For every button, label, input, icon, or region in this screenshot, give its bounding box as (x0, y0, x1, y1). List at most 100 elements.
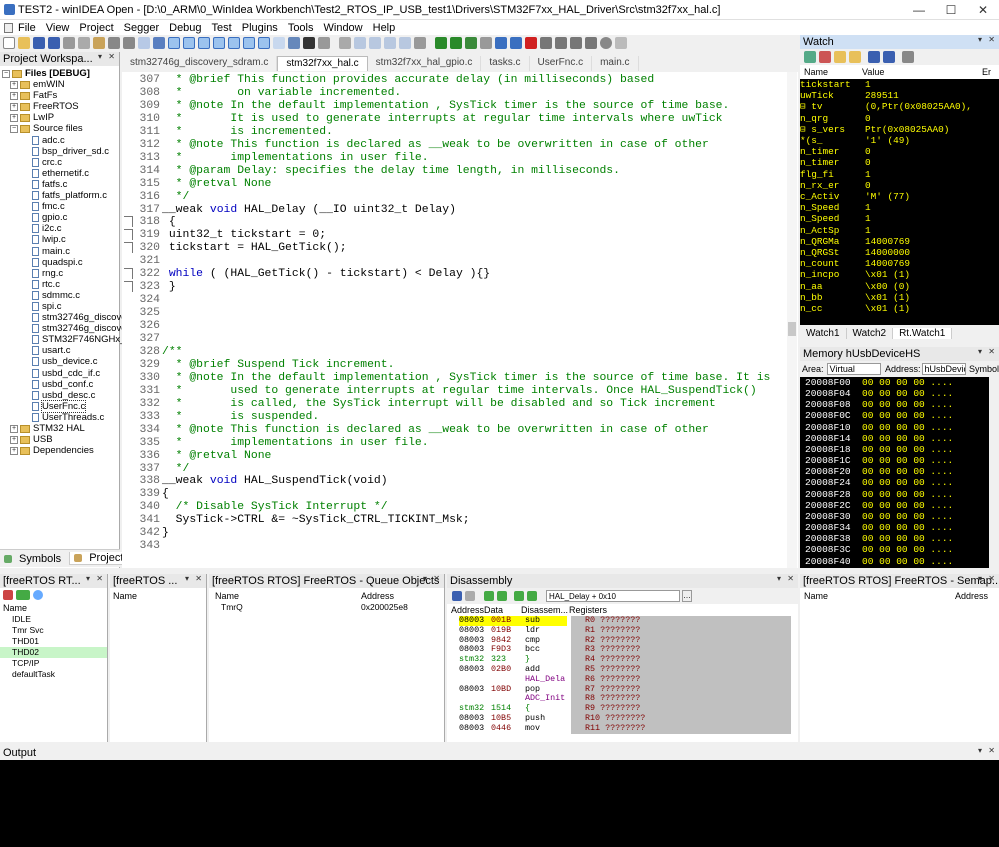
view-icon[interactable] (168, 37, 180, 49)
tree-file[interactable]: stm32746g_discover (0, 323, 130, 334)
memory-row[interactable]: 20008F38 00 00 00 00 .... (805, 533, 999, 544)
watch-col-value[interactable]: Value (862, 67, 982, 77)
tree-file[interactable]: bsp_driver_sd.c (0, 146, 119, 157)
expand-icon[interactable]: + (10, 102, 18, 111)
tree-file[interactable]: sdmmc.c (0, 290, 119, 301)
memory-row[interactable]: 20008F08 00 00 00 00 .... (805, 399, 999, 410)
watch-row[interactable]: n_QRGMa 14000769 (800, 236, 999, 247)
tree-file[interactable]: rng.c (0, 268, 119, 279)
folder-icon[interactable] (834, 51, 846, 63)
back-arrow-icon[interactable] (484, 591, 494, 601)
remove-watch-icon[interactable] (819, 51, 831, 63)
tree-file[interactable]: lwip.c (0, 234, 119, 245)
debug-options-icon[interactable] (615, 37, 627, 49)
fold-marker[interactable] (124, 281, 133, 293)
menu-plugins[interactable]: Plugins (237, 22, 283, 34)
watch-row[interactable]: uwTick 289511 (800, 90, 999, 101)
code-line[interactable]: { (162, 216, 176, 228)
tree-file[interactable]: usart.c (0, 345, 119, 356)
panel-controls-icon[interactable]: ▾ ✕ (98, 52, 117, 61)
sema-col-address[interactable]: Address (955, 591, 988, 601)
tree-file[interactable]: stm32746g_discover (0, 312, 130, 323)
memory-row[interactable]: 20008F3C 00 00 00 00 .... (805, 544, 999, 555)
tree-file[interactable]: UserFnc.c (0, 399, 119, 413)
sema-col-name[interactable]: Name (800, 591, 955, 601)
memory-row[interactable]: 20008F0C 00 00 00 00 .... (805, 410, 999, 421)
tree-folder-lwip[interactable]: + LwIP (0, 112, 119, 123)
tree-file[interactable]: usb_device.c (0, 356, 119, 367)
code-line[interactable]: * @param Delay: specifies the delay time… (162, 165, 620, 177)
tree-root[interactable]: − Files [DEBUG] (0, 68, 119, 79)
step-out-icon[interactable] (555, 37, 567, 49)
scroll-thumb[interactable] (788, 322, 796, 336)
fold-marker[interactable] (124, 216, 133, 228)
tree-file[interactable]: i2c.c (0, 223, 119, 234)
queue-col-address[interactable]: Address (361, 591, 394, 601)
code-line[interactable]: /* Disable SysTick Interrupt */ (162, 501, 388, 513)
menu-tools[interactable]: Tools (283, 22, 319, 34)
tree-file[interactable]: quadspi.c (0, 257, 119, 268)
task-item[interactable]: TCP/IP (0, 658, 107, 669)
copy-icon[interactable] (78, 37, 90, 49)
save-icon[interactable] (452, 591, 462, 601)
panel-controls-icon[interactable]: ▾ ✕ (978, 574, 997, 583)
menu-window[interactable]: Window (319, 22, 368, 34)
editor-tab[interactable]: tasks.c (481, 56, 530, 71)
watch-row[interactable]: ⊟ tv (0,Ptr(0x08025AA0), (800, 101, 999, 112)
rebuild-icon[interactable] (369, 37, 381, 49)
tree-file[interactable]: fatfs.c (0, 179, 119, 190)
watch-row[interactable]: n_QRGSt 14000000 (800, 247, 999, 258)
compile-icon[interactable] (384, 37, 396, 49)
layout3-icon[interactable] (228, 37, 240, 49)
watch-row[interactable]: n_count 14000769 (800, 258, 999, 269)
watch-row[interactable]: n_incpo \x01 (1) (800, 269, 999, 280)
terminal-icon[interactable] (303, 37, 315, 49)
stop-icon[interactable] (525, 37, 537, 49)
code-line[interactable]: __weak void HAL_Delay (__IO uint32_t Del… (162, 204, 456, 216)
editor-scrollbar[interactable] (787, 72, 797, 568)
code-line[interactable]: __weak void HAL_SuspendTick(void) (162, 475, 388, 487)
panel-controls-icon[interactable]: ▾ ✕ (978, 746, 997, 755)
symbol-button[interactable]: Symbol (969, 364, 999, 374)
fold-marker[interactable] (124, 229, 133, 241)
fold-marker[interactable] (124, 242, 133, 254)
close-button[interactable]: ✕ (967, 0, 999, 20)
menu-debug[interactable]: Debug (164, 22, 206, 34)
tree-file[interactable]: main.c (0, 246, 119, 257)
open-folder-icon[interactable] (18, 37, 30, 49)
tree-folder-emwin[interactable]: + emWIN (0, 79, 119, 90)
fold-marker[interactable] (124, 268, 133, 280)
area-select[interactable]: Virtual (826, 363, 881, 375)
undo-icon[interactable] (108, 37, 120, 49)
code-line[interactable]: * @brief Suspend Tick increment. (162, 359, 395, 371)
code-line[interactable]: * @brief This function provides accurate… (162, 74, 655, 86)
menu-test[interactable]: Test (207, 22, 237, 34)
code-line[interactable]: * It is used to generate interrupts at r… (162, 113, 723, 125)
tree-file[interactable]: usbd_desc.c (0, 390, 119, 401)
address-input[interactable]: hUsbDeviceHS (922, 363, 966, 375)
register-row[interactable]: R11 ???????? (585, 723, 791, 734)
panel-controls-icon[interactable]: ▾ ✕ (777, 574, 796, 583)
add-watch-icon[interactable] (804, 51, 816, 63)
editor-tab[interactable]: UserFnc.c (530, 56, 593, 71)
watch-row[interactable]: n_Speed 1 (800, 213, 999, 224)
code-line[interactable]: tickstart = HAL_GetTick(); (162, 242, 347, 254)
code-line[interactable]: * is incremented. (162, 126, 333, 138)
panel-controls-icon[interactable]: ▾ ✕ (978, 347, 997, 356)
expand-icon[interactable]: + (10, 80, 18, 89)
minimize-button[interactable]: — (903, 0, 935, 20)
memory-row[interactable]: 20008F18 00 00 00 00 .... (805, 444, 999, 455)
code-line[interactable]: * used to generate interrupts at regular… (162, 385, 757, 397)
code-line[interactable]: while ( (HAL_GetTick() - tickstart) < De… (162, 268, 490, 280)
bookmark-icon[interactable] (153, 37, 165, 49)
code-line[interactable]: * @retval None (162, 178, 272, 190)
watch-row[interactable]: flg_fi 1 (800, 169, 999, 180)
tree-file[interactable]: crc.c (0, 157, 119, 168)
code-line[interactable]: SysTick->CTRL &= ~SysTick_CTRL_TICKINT_M… (162, 514, 470, 526)
run-to-cursor-icon[interactable] (570, 37, 582, 49)
tree-file[interactable]: ethernetif.c (0, 168, 119, 179)
watch-row[interactable]: *(s_ '1' (49) (800, 135, 999, 146)
code-line[interactable]: * @note In the default implementation , … (162, 372, 771, 384)
reset-icon[interactable] (465, 37, 477, 49)
menu-view[interactable]: View (41, 22, 75, 34)
